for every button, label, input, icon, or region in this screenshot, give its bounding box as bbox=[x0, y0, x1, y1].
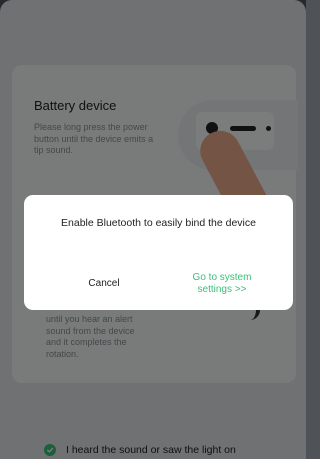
cancel-button[interactable]: Cancel bbox=[54, 267, 154, 301]
dialog-message: Enable Bluetooth to easily bind the devi… bbox=[61, 217, 256, 229]
bluetooth-dialog: Enable Bluetooth to easily bind the devi… bbox=[24, 195, 293, 310]
go-to-settings-button[interactable]: Go to system settings >> bbox=[164, 267, 280, 301]
